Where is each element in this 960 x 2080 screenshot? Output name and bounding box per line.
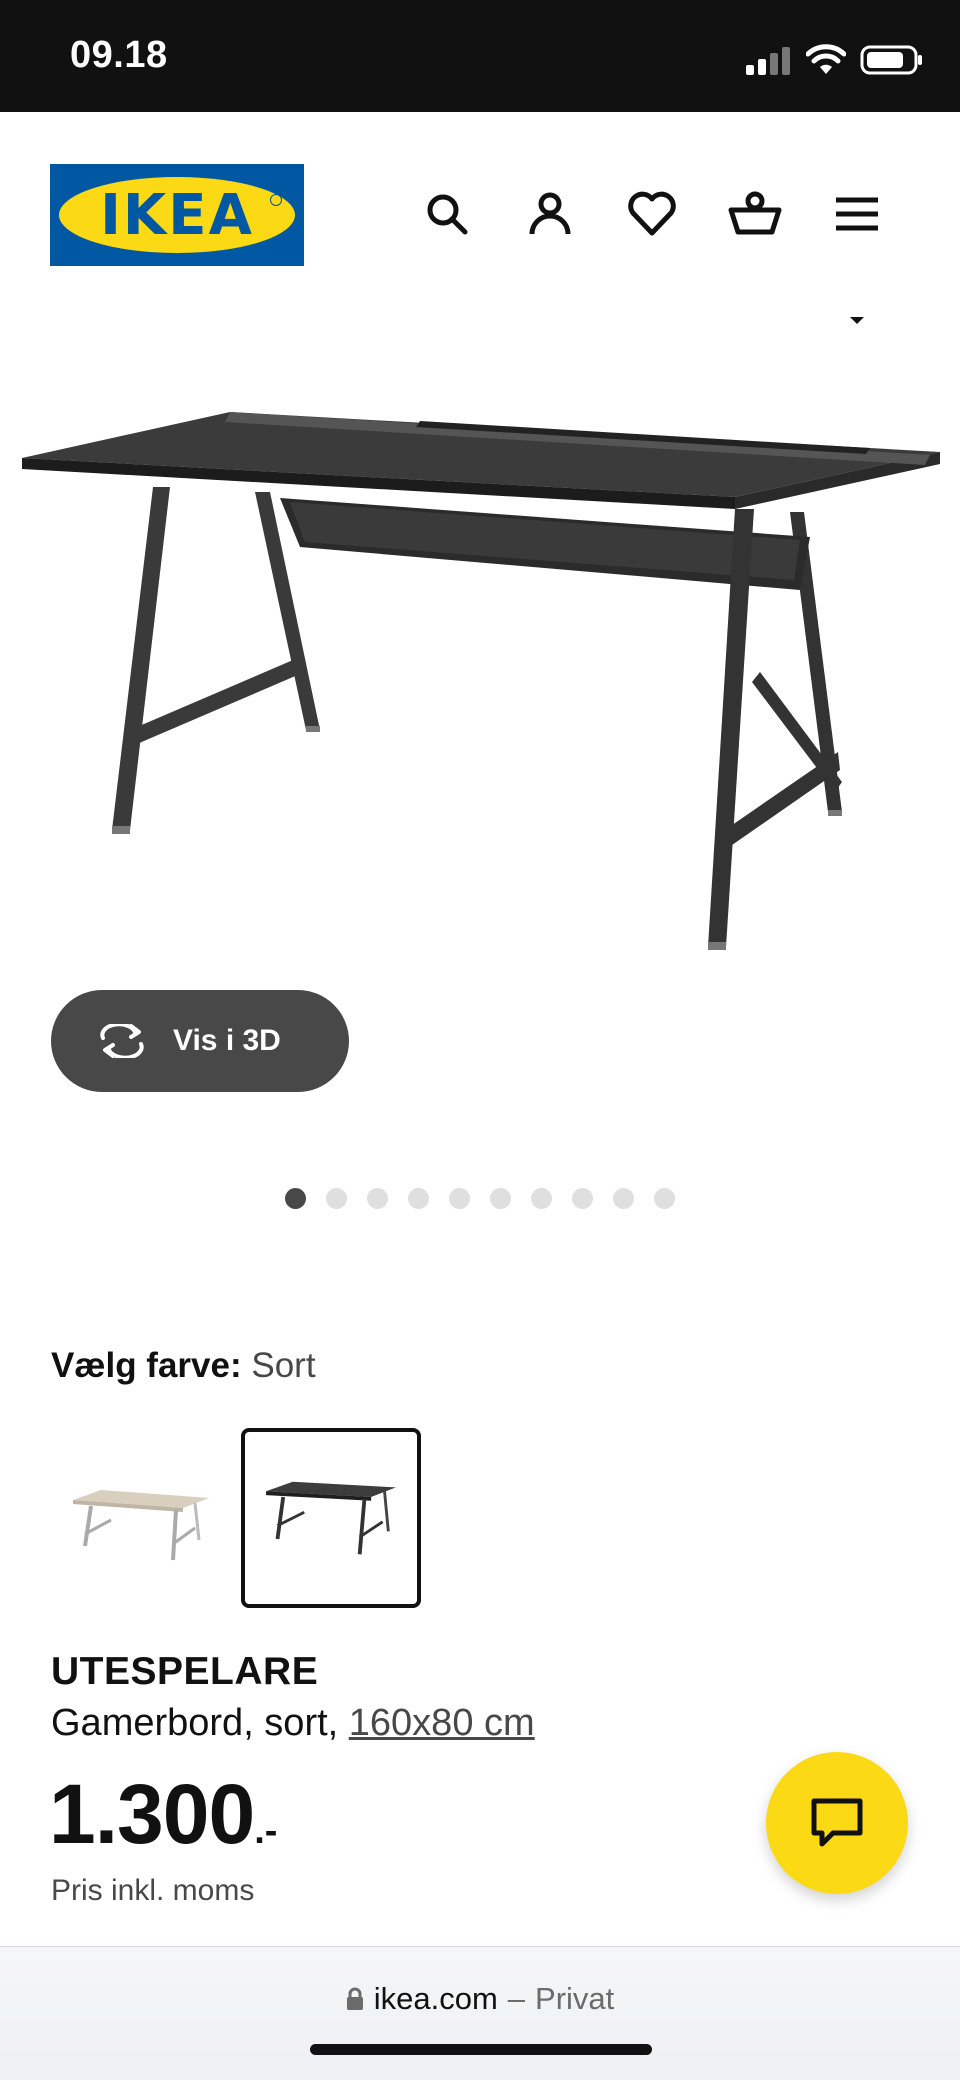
home-indicator[interactable] [310, 2044, 652, 2055]
view-3d-label: Vis i 3D [173, 1024, 281, 1057]
price-decimals: .- [254, 1810, 278, 1852]
chat-icon [811, 1798, 863, 1847]
carousel-dot[interactable] [408, 1188, 429, 1209]
carousel-dot[interactable] [449, 1188, 470, 1209]
status-icons [744, 40, 924, 80]
menu-icon[interactable] [827, 184, 887, 244]
product-description: Gamerbord, sort, 160x80 cm [51, 1702, 535, 1745]
registered-mark [270, 194, 282, 206]
black-desk-thumbnail [266, 1481, 396, 1555]
battery-icon [860, 45, 922, 75]
chat-button[interactable] [766, 1752, 908, 1894]
product-price: 1.300 .- [49, 1766, 277, 1863]
color-selected-value: Sort [251, 1346, 316, 1385]
color-swatch-black[interactable] [241, 1428, 421, 1608]
carousel-dots [0, 1188, 960, 1212]
status-time: 09.18 [70, 34, 168, 76]
price-note: Pris inkl. moms [51, 1874, 255, 1907]
url-domain: ikea.com [373, 1981, 498, 2016]
color-label: Vælg farve: Sort [51, 1346, 316, 1386]
lock-icon [346, 1987, 363, 2010]
white-desk-thumbnail [73, 1490, 209, 1561]
url-private-mode: Privat [535, 1981, 615, 2016]
rotate-3d-icon [100, 1024, 144, 1058]
wifi-icon [806, 44, 846, 74]
signal-icon [746, 47, 790, 75]
site-header: IKEA [0, 112, 960, 312]
url-separator: – [507, 1981, 526, 2016]
account-icon[interactable] [520, 184, 580, 244]
color-label-title: Vælg farve: [51, 1346, 242, 1385]
view-3d-button[interactable]: Vis i 3D [51, 990, 349, 1092]
url-row: ikea.com – Privat [0, 1981, 960, 2017]
carousel-dot[interactable] [572, 1188, 593, 1209]
carousel-dot[interactable] [285, 1188, 306, 1209]
product-size-link[interactable]: 160x80 cm [349, 1702, 535, 1744]
basket-icon[interactable] [725, 184, 785, 244]
carousel-dot[interactable] [490, 1188, 511, 1209]
carousel-dot[interactable] [654, 1188, 675, 1209]
ikea-logo[interactable]: IKEA [50, 164, 304, 266]
carousel-dot[interactable] [326, 1188, 347, 1209]
carousel-dot[interactable] [367, 1188, 388, 1209]
product-image[interactable] [0, 312, 960, 1032]
browser-url-bar[interactable]: ikea.com – Privat [0, 1946, 960, 2080]
product-name: UTESPELARE [51, 1650, 319, 1693]
favourites-icon[interactable] [622, 184, 682, 244]
status-bar: 09.18 [0, 0, 960, 112]
logo-text: IKEA [100, 182, 254, 248]
product-description-text: Gamerbord, sort, [51, 1702, 339, 1744]
price-integer: 1.300 [49, 1767, 255, 1861]
color-swatch-white[interactable] [51, 1428, 231, 1608]
carousel-dot[interactable] [531, 1188, 552, 1209]
carousel-dot[interactable] [613, 1188, 634, 1209]
search-icon[interactable] [417, 184, 477, 244]
